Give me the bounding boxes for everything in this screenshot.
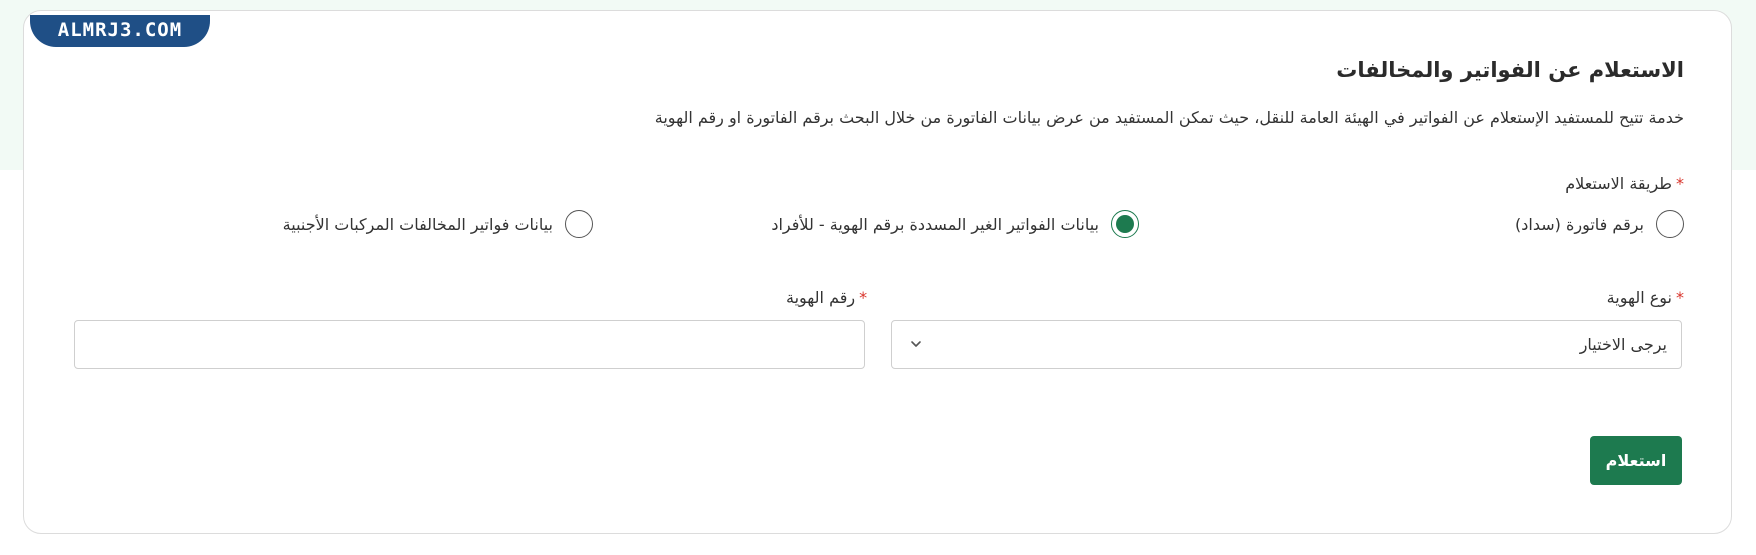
radio-option-invoice-number[interactable]: برقم فاتورة (سداد) bbox=[1515, 210, 1684, 238]
page-title: الاستعلام عن الفواتير والمخالفات bbox=[1336, 58, 1684, 82]
radio-option-unpaid-by-id[interactable]: بيانات الفواتير الغير المسددة برقم الهوي… bbox=[771, 210, 1139, 238]
inquiry-submit-button[interactable]: استعلام bbox=[1590, 436, 1682, 485]
page-description: خدمة تتيح للمستفيد الإستعلام عن الفواتير… bbox=[654, 108, 1684, 127]
required-mark: * bbox=[1676, 174, 1684, 193]
id-number-input[interactable] bbox=[74, 320, 865, 369]
site-watermark: ALMRJ3.COM bbox=[30, 15, 210, 47]
chevron-down-icon bbox=[911, 341, 921, 347]
radio-option-foreign-vehicles[interactable]: بيانات فواتير المخالفات المركبات الأجنبي… bbox=[283, 210, 593, 238]
radio-label-unpaid-by-id: بيانات الفواتير الغير المسددة برقم الهوي… bbox=[771, 214, 1099, 234]
radio-button-unpaid-by-id[interactable] bbox=[1111, 210, 1139, 238]
inquiry-method-label: *طريقة الاستعلام bbox=[1565, 174, 1684, 193]
radio-button-foreign-vehicles[interactable] bbox=[565, 210, 593, 238]
required-mark: * bbox=[1676, 288, 1684, 307]
id-type-select[interactable]: يرجى الاختيار bbox=[891, 320, 1682, 369]
id-type-label: *نوع الهوية bbox=[1607, 288, 1684, 307]
inquiry-card bbox=[23, 10, 1732, 534]
inquiry-method-label-text: طريقة الاستعلام bbox=[1565, 174, 1672, 193]
id-number-label: *رقم الهوية bbox=[786, 288, 867, 307]
id-type-label-text: نوع الهوية bbox=[1606, 288, 1672, 307]
id-type-selected-value: يرجى الاختيار bbox=[1579, 335, 1667, 354]
radio-label-invoice-number: برقم فاتورة (سداد) bbox=[1515, 214, 1644, 234]
radio-button-invoice-number[interactable] bbox=[1656, 210, 1684, 238]
required-mark: * bbox=[859, 288, 868, 307]
radio-label-foreign-vehicles: بيانات فواتير المخالفات المركبات الأجنبي… bbox=[282, 214, 553, 234]
radio-selected-dot bbox=[1116, 215, 1134, 233]
id-number-label-text: رقم الهوية bbox=[786, 288, 856, 307]
